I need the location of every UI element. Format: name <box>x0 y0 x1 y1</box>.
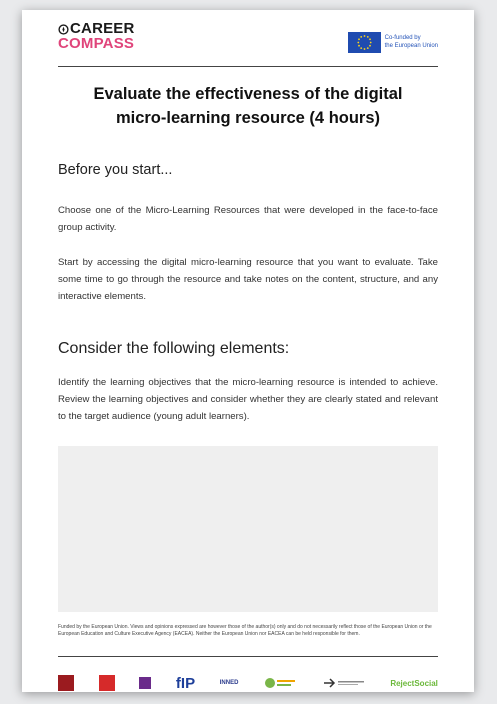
eu-text-line2: the European Union <box>384 42 438 49</box>
section-heading-before-you-start: Before you start... <box>58 162 173 178</box>
title-line1: Evaluate the effectiveness of the digita… <box>93 85 403 103</box>
footer-divider <box>58 656 438 657</box>
partner-logo-3 <box>139 677 152 689</box>
page-header: CAREER COMPASS Co-funded by the European… <box>58 20 438 76</box>
partner-text-5: INNED <box>219 680 239 686</box>
partner-logo-8: RejectSocial <box>390 679 438 688</box>
paragraph-access-resource: Start by accessing the digital micro-lea… <box>58 257 438 302</box>
funding-disclaimer: Funded by the European Union. Views and … <box>58 624 432 637</box>
career-compass-logo: CAREER COMPASS <box>58 20 135 53</box>
partner-logo-5: INNED <box>220 680 239 686</box>
leaf-icon <box>265 678 296 688</box>
partner-logo-7 <box>322 676 366 690</box>
section-heading-consider-elements: Consider the following elements: <box>58 340 290 357</box>
logo-line1: CAREER <box>70 20 135 37</box>
partner-logo-2 <box>98 675 115 691</box>
page-title: Evaluate the effectiveness of the digita… <box>58 82 438 130</box>
document-page: CAREER COMPASS Co-funded by the European… <box>22 10 474 692</box>
title-line2: micro-learning resource (4 hours) <box>115 109 381 127</box>
paragraph-learning-objectives: Identify the learning objectives that th… <box>58 377 438 422</box>
partner-logo-1 <box>58 675 74 691</box>
partner-logos-row: fIP INNED RejectSocial <box>58 672 438 694</box>
compass-icon <box>58 24 69 35</box>
partner-logo-4: fIP <box>176 675 195 692</box>
logo-line2: COMPASS <box>58 35 135 53</box>
eu-text-line1: Co-funded by <box>384 35 421 41</box>
partner-text-8: RejectSocial <box>390 678 438 688</box>
partner-text-4: fIP <box>175 674 196 692</box>
arrow-graphic-icon <box>323 678 364 688</box>
header-divider <box>58 66 438 67</box>
eu-flag-icon <box>347 32 381 53</box>
notes-answer-box[interactable] <box>58 446 438 612</box>
partner-logo-6 <box>263 676 297 690</box>
eu-cofunded-badge: Co-funded by the European Union <box>347 32 438 53</box>
paragraph-choose-resource: Choose one of the Micro-Learning Resourc… <box>58 205 438 233</box>
